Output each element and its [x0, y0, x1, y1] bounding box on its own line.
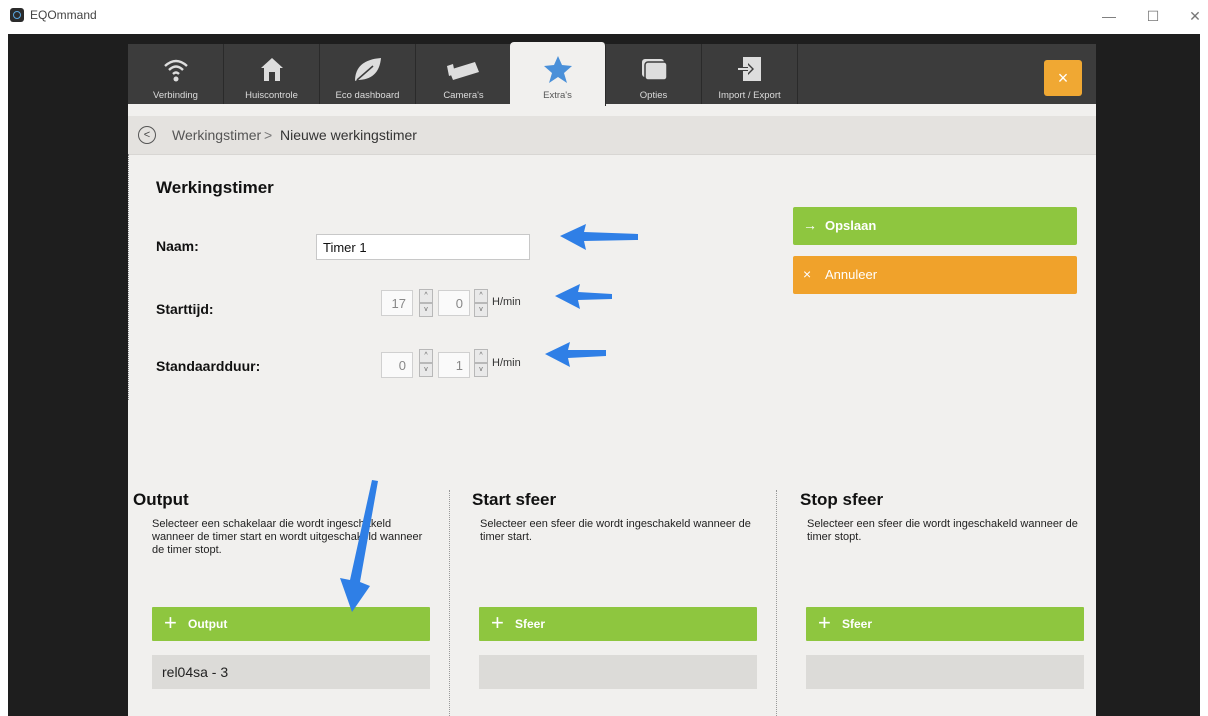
annotation-arrow-standaardduur: [545, 342, 606, 367]
annotation-arrow-naam: [560, 224, 638, 250]
annotation-arrow-output: [340, 480, 378, 612]
annotation-arrow-starttijd: [555, 284, 612, 309]
annotation-arrows: [340, 224, 638, 612]
